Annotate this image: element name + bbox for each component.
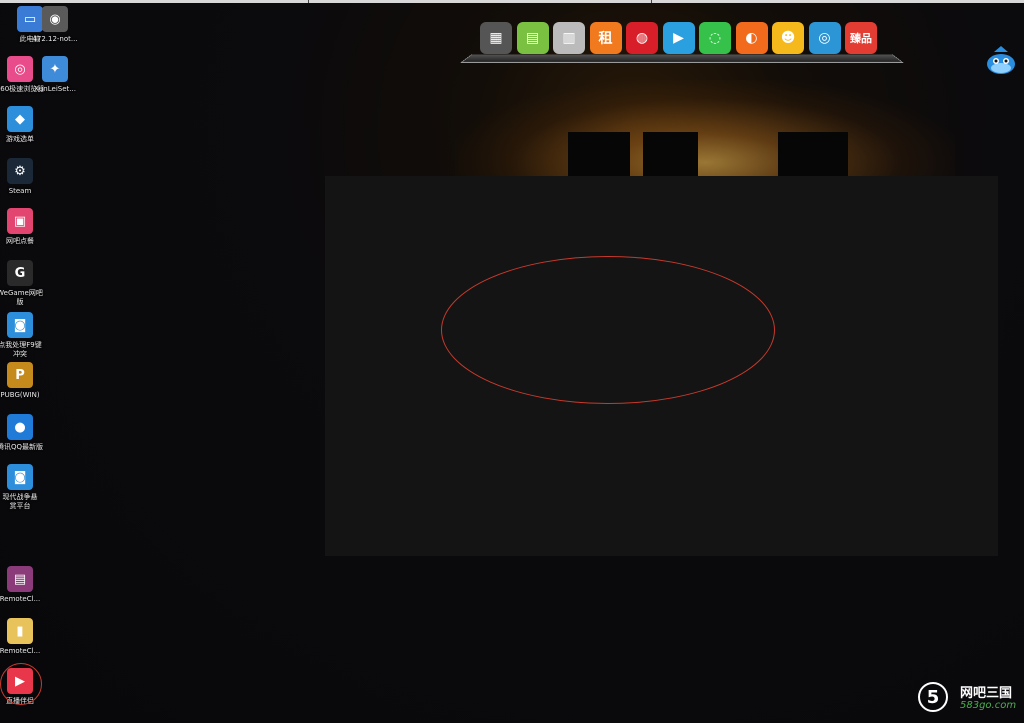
- desktop-icon-label: 网吧点餐: [6, 237, 34, 245]
- fish-app-icon[interactable]: [984, 44, 1018, 78]
- pubg-icon: P: [7, 362, 33, 388]
- dock-shop-icon[interactable]: 臻品: [845, 22, 877, 54]
- desktop-icon-label: RemoteCl...: [0, 595, 41, 603]
- desktop-icon[interactable]: ▮ RemoteCl...: [0, 618, 45, 656]
- watermark-url: 583go.com: [960, 700, 1017, 711]
- dock-yy-icon[interactable]: ☻: [772, 22, 804, 54]
- desktop-icon[interactable]: ◙ 现代战争悬 赏平台: [0, 464, 45, 511]
- desktop-icon-label: 现代战争悬: [2, 493, 38, 501]
- desktop-icon[interactable]: ▣ 网吧点餐: [0, 208, 45, 246]
- desktop-icon-label: 游戏选单: [6, 135, 34, 143]
- dock-speedup-icon[interactable]: ◎: [808, 22, 841, 54]
- desktop-icon-label: 472.12-not...: [32, 35, 78, 43]
- dock-win-icon[interactable]: ▦: [480, 22, 512, 54]
- desktop-icon-label: XunLeiSet...: [34, 85, 76, 93]
- top-edge-bar: [0, 0, 1024, 3]
- desktop-icon-label: Steam: [8, 187, 32, 195]
- folder-icon: ▮: [7, 618, 33, 644]
- dock-shelf: [460, 54, 904, 63]
- site-watermark: 5 网吧三国 583go.com: [916, 680, 1022, 718]
- desktop-icon-label: 腾讯QQ最新版: [0, 443, 44, 451]
- dock-folder-icon[interactable]: ▤: [516, 22, 549, 54]
- xunlei-icon: ✦: [42, 56, 68, 82]
- desktop-icon[interactable]: ✦ XunLeiSet...: [30, 56, 80, 94]
- dock-wechat-icon[interactable]: ◌: [699, 22, 731, 54]
- gamepad-icon-2: ◙: [7, 464, 33, 490]
- dock-computer-icon[interactable]: ▥: [553, 22, 585, 54]
- dock-rent-icon[interactable]: 租: [589, 22, 622, 54]
- food-order-icon: ▣: [7, 208, 33, 234]
- nvidia-installer-icon: ◉: [42, 6, 68, 32]
- desktop-icon-label: RemoteCl...: [0, 647, 41, 655]
- dock-video-player-icon[interactable]: ▶: [662, 22, 695, 54]
- desktop-icon-label-line2: 赏平台: [9, 502, 31, 510]
- highlight-oval: [441, 256, 775, 404]
- desktop-icon-label: WeGame网吧版: [0, 289, 43, 306]
- desktop-icon[interactable]: P PUBG(WIN): [0, 362, 45, 400]
- steam-icon: ⚙: [7, 158, 33, 184]
- desktop-icon[interactable]: ● 腾讯QQ最新版: [0, 414, 45, 452]
- desktop-icon-label: PUBG(WIN): [0, 391, 40, 399]
- wallpaper-glow: [455, 80, 955, 190]
- dock-origin-icon[interactable]: ◐: [735, 22, 768, 54]
- desktop-icon[interactable]: G WeGame网吧版: [0, 260, 45, 307]
- highlight-circle: [0, 663, 42, 705]
- game-menu-icon: ◆: [7, 106, 33, 132]
- winrar-icon: ▤: [7, 566, 33, 592]
- wallpaper-letter-block: [568, 132, 630, 180]
- watermark-logo-icon: 5: [918, 682, 948, 712]
- desktop-icon[interactable]: ⚙ Steam: [0, 158, 45, 196]
- dock-netease-music-icon[interactable]: ◍: [626, 22, 658, 54]
- qq-icon: ●: [7, 414, 33, 440]
- desktop-icon[interactable]: ◙ 点我处理F9键冲突: [0, 312, 45, 359]
- watermark-name: 网吧三国: [960, 686, 1013, 701]
- desktop-icon[interactable]: ◆ 游戏选单: [0, 106, 45, 144]
- gamepad-icon: ◙: [7, 312, 33, 338]
- wallpaper-letter-block: [778, 132, 848, 176]
- desktop-icon[interactable]: ◉ 472.12-not...: [30, 6, 80, 44]
- wallpaper-letter-block: [643, 132, 698, 176]
- wegame-icon: G: [7, 260, 33, 286]
- desktop-icon[interactable]: ▤ RemoteCl...: [0, 566, 45, 604]
- desktop-icon-label: 点我处理F9键冲突: [0, 341, 42, 358]
